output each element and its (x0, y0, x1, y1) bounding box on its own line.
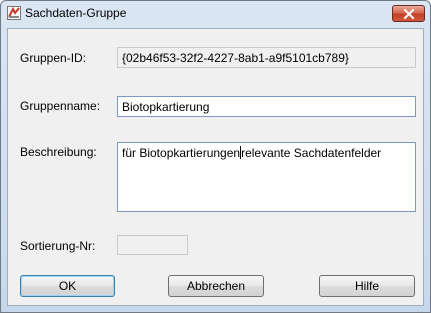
gruppenname-input[interactable]: Biotopkartierung (117, 96, 416, 117)
sortierung-label: Sortierung-Nr: (20, 239, 96, 253)
title-bar[interactable]: Sachdaten-Gruppe (1, 1, 430, 26)
beschreibung-label: Beschreibung: (20, 145, 97, 159)
gruppenname-label: Gruppenname: (20, 99, 101, 113)
app-icon (7, 6, 21, 20)
ok-button[interactable]: OK (20, 275, 115, 297)
close-button[interactable] (392, 5, 425, 22)
beschreibung-textarea[interactable]: für Biotopkartierungenrelevante Sachdate… (117, 142, 416, 212)
hilfe-button[interactable]: Hilfe (319, 275, 415, 297)
beschreibung-text-before-caret: für Biotopkartierungen (122, 146, 241, 160)
window-title: Sachdaten-Gruppe (25, 6, 127, 20)
dialog-content: Gruppen-ID: {02b46f53-32f2-4227-8ab1-a9f… (7, 28, 424, 306)
dialog-window: Sachdaten-Gruppe Gruppen-ID: {02b46f53-3… (0, 0, 431, 313)
sortierung-field (117, 235, 188, 255)
abbrechen-button[interactable]: Abbrechen (168, 275, 264, 297)
beschreibung-text-after-caret: relevante Sachdatenfelder (241, 146, 382, 160)
gruppen-id-field: {02b46f53-32f2-4227-8ab1-a9f5101cb789} (117, 47, 416, 68)
close-icon (403, 9, 415, 19)
gruppen-id-label: Gruppen-ID: (20, 51, 87, 65)
